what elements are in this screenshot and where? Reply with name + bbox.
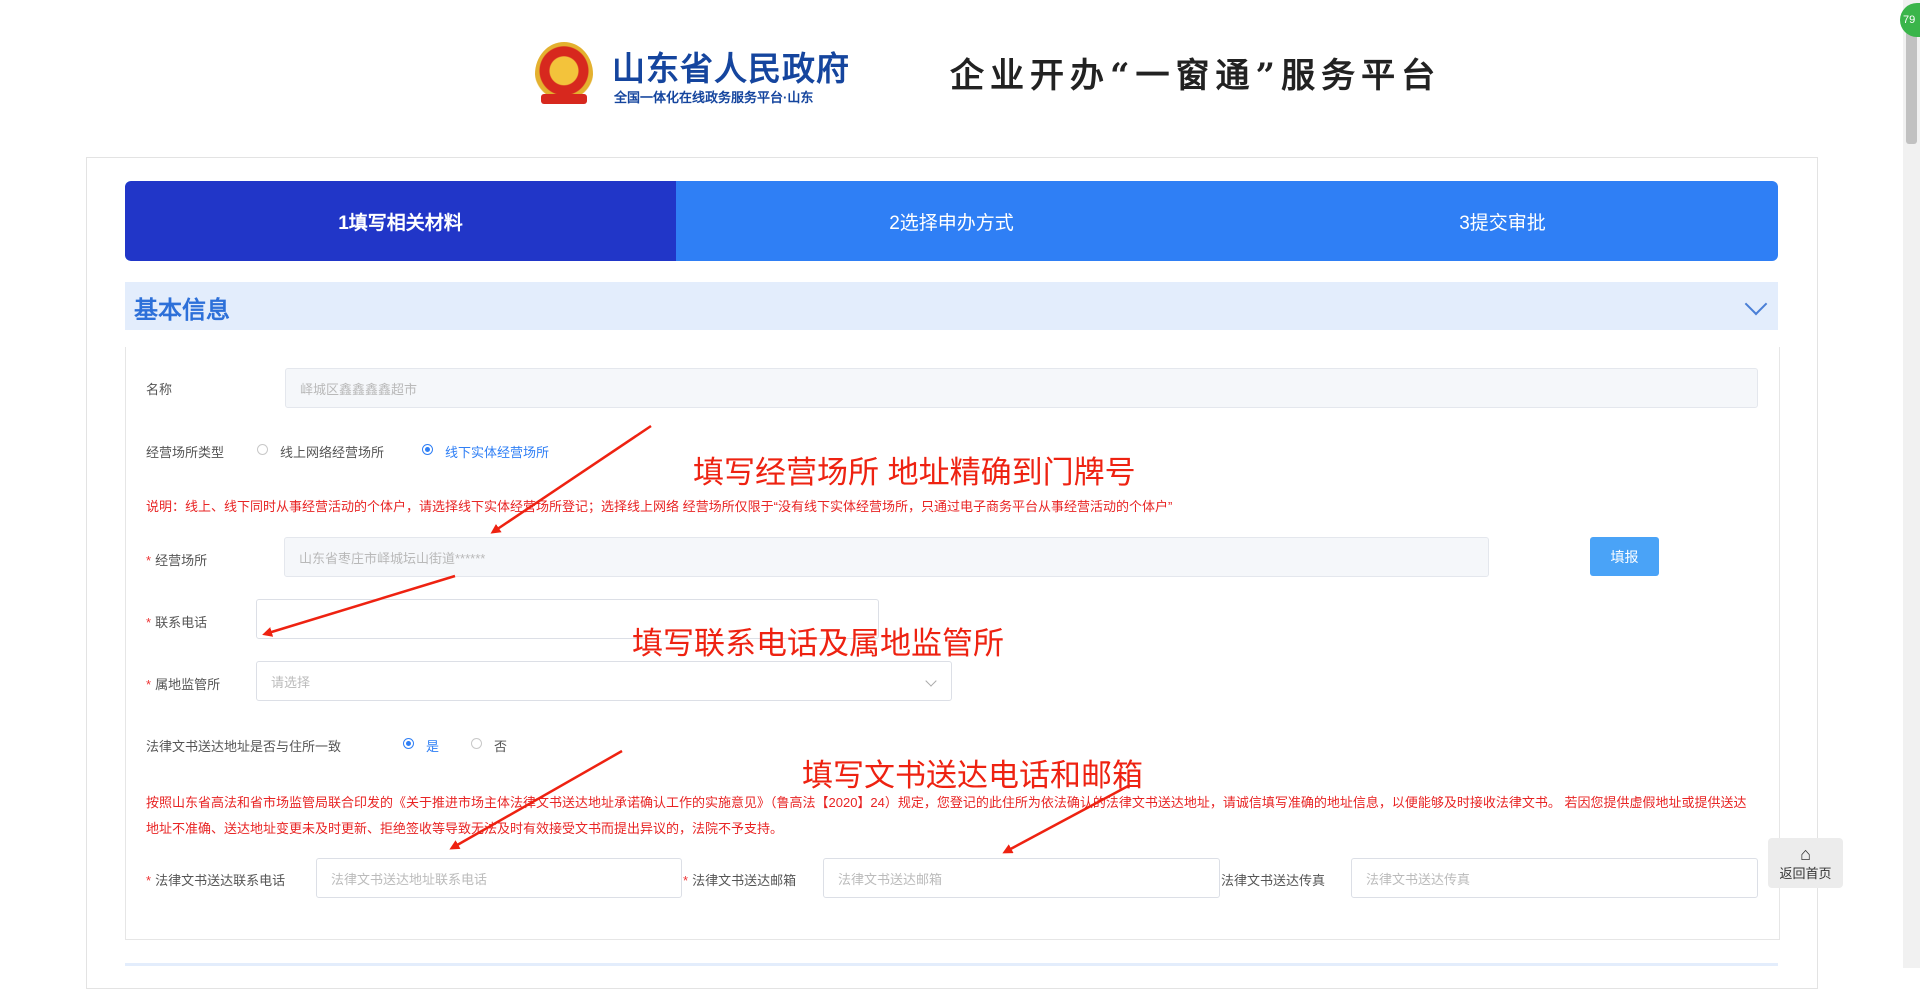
- site-subtitle: 全国一体化在线政务服务平台·山东: [614, 90, 814, 105]
- radio-offline-place-label[interactable]: 线下实体经营场所: [445, 442, 549, 461]
- section-header-basic-info[interactable]: [125, 282, 1778, 330]
- legal-phone-label: * 法律文书送达联系电话: [146, 873, 286, 888]
- step-choose-method[interactable]: 2选择申办方式: [676, 181, 1227, 261]
- name-input[interactable]: 峄城区鑫鑫鑫鑫超市: [285, 368, 1758, 408]
- radio-legal-same-yes[interactable]: [403, 738, 414, 749]
- address-input[interactable]: 山东省枣庄市峄城坛山街道******: [284, 537, 1489, 577]
- step-submit[interactable]: 3提交审批: [1227, 181, 1778, 261]
- home-icon: ⌂: [1800, 843, 1811, 864]
- radio-legal-same-yes-label[interactable]: 是: [426, 736, 439, 755]
- legal-email-label: * 法律文书送达邮箱: [683, 873, 797, 888]
- legal-phone-input[interactable]: 法律文书送达地址联系电话: [316, 858, 682, 898]
- chevron-down-icon: [925, 675, 937, 687]
- address-label: * 经营场所: [146, 553, 208, 568]
- legal-same-label: 法律文书送达地址是否与住所一致: [146, 739, 342, 754]
- phone-label: * 联系电话: [146, 615, 208, 630]
- legal-address-note: 按照山东省高法和省市场监管局联合印发的《关于推进市场主体法律文书送达地址承诺确认…: [146, 795, 1747, 836]
- station-select[interactable]: 请选择: [256, 661, 952, 701]
- fill-address-button[interactable]: 填报: [1590, 537, 1659, 576]
- site-title: 山东省人民政府: [612, 50, 850, 87]
- next-section-edge: [125, 963, 1778, 966]
- platform-title: 企业开办“一窗通”服务平台: [950, 56, 1442, 96]
- legal-email-input[interactable]: 法律文书送达邮箱: [823, 858, 1220, 898]
- radio-online-place[interactable]: [257, 444, 268, 455]
- radio-legal-same-no-label[interactable]: 否: [494, 736, 507, 755]
- name-label: 名称: [146, 382, 173, 397]
- annotation-legal-contact: 填写文书送达电话和邮箱: [802, 758, 1143, 793]
- radio-offline-place[interactable]: [422, 444, 433, 455]
- place-type-note: 说明：线上、线下同时从事经营活动的个体户，请选择线下实体经营场所登记；选择线上网…: [146, 499, 1173, 514]
- radio-legal-same-no[interactable]: [471, 738, 482, 749]
- station-label: * 属地监管所: [146, 677, 221, 692]
- national-emblem-logo: [535, 42, 593, 106]
- back-home-label: 返回首页: [1779, 865, 1832, 881]
- step-bar: 1填写相关材料 2选择申办方式 3提交审批: [125, 181, 1778, 261]
- back-home-button[interactable]: ⌂ 返回首页: [1768, 838, 1843, 888]
- step-fill-materials[interactable]: 1填写相关材料: [125, 181, 676, 261]
- legal-fax-label: 法律文书送达传真: [1221, 873, 1326, 888]
- radio-online-place-label[interactable]: 线上网络经营场所: [280, 442, 384, 461]
- annotation-phone-station: 填写联系电话及属地监管所: [632, 626, 1004, 661]
- section-title: 基本信息: [134, 297, 230, 324]
- vertical-scrollbar[interactable]: [1903, 0, 1920, 968]
- scrollbar-thumb[interactable]: [1906, 20, 1917, 144]
- station-select-placeholder: 请选择: [271, 674, 311, 690]
- annotation-address: 填写经营场所 地址精确到门牌号: [693, 455, 1136, 490]
- place-type-label: 经营场所类型: [146, 445, 225, 460]
- legal-fax-input[interactable]: 法律文书送达传真: [1351, 858, 1758, 898]
